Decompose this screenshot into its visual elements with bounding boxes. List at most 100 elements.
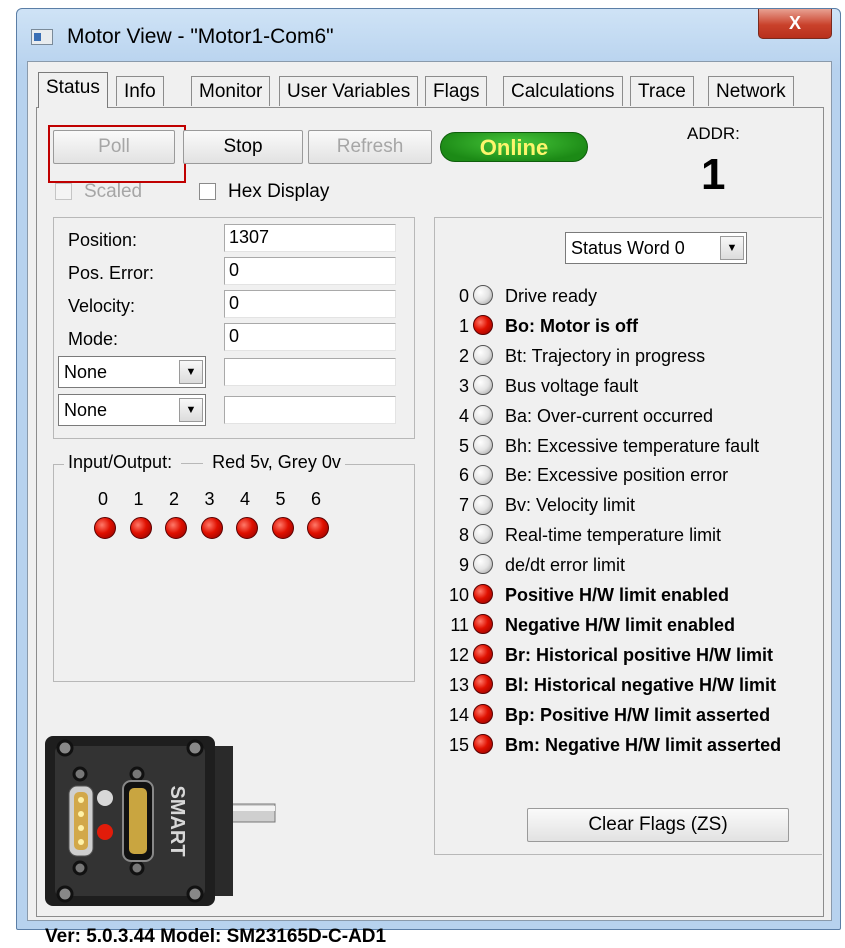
status-bit-number: 2 <box>458 345 469 366</box>
status-bit-text: Positive H/W limit enabled <box>505 585 730 605</box>
status-bit-text: Bt: Trajectory in progress <box>505 345 706 366</box>
status-bit-row: 9 de/dt error limit <box>441 551 625 579</box>
variable-select-2[interactable]: None ▼ <box>58 394 206 426</box>
mode-label: Mode: <box>68 329 119 349</box>
refresh-button[interactable]: Refresh <box>308 130 432 164</box>
status-bit-row: 0 Drive ready <box>441 282 597 310</box>
status-bit-text: Ba: Over-current occurred <box>505 405 714 426</box>
status-bit-text: Bh: Excessive temperature fault <box>505 435 760 456</box>
tab-info[interactable]: Info <box>116 76 164 106</box>
tab-strip: Status Info Monitor User Variables Flags… <box>38 72 828 108</box>
variable-select-1[interactable]: None ▼ <box>58 356 206 388</box>
status-led-grey-icon <box>473 494 493 515</box>
status-bit-number: 13 <box>448 674 469 695</box>
io-legend: Red 5v, Grey 0v <box>212 452 341 472</box>
io-title-dash <box>181 462 204 464</box>
motor-brand-label: SMART <box>166 785 188 856</box>
status-bit-number: 14 <box>448 704 469 725</box>
scaled-checkbox[interactable]: Scaled <box>55 181 142 203</box>
status-bit-text: Bus voltage fault <box>505 375 639 396</box>
motor-image: SMART <box>45 736 285 906</box>
variable-select-2-value: None <box>64 400 108 420</box>
status-led-red-icon <box>473 315 493 336</box>
close-button[interactable]: X <box>758 9 832 39</box>
status-led-red-icon <box>473 584 493 605</box>
status-led-grey-icon <box>473 285 493 306</box>
hex-display-checkbox-box[interactable] <box>199 183 216 201</box>
status-bit-number: 6 <box>458 465 469 486</box>
hex-display-label: Hex Display <box>228 181 330 202</box>
io-pin-led <box>307 517 329 539</box>
status-bit-number: 7 <box>458 495 469 516</box>
velocity-field[interactable]: 0 <box>224 290 396 318</box>
variable-value-2[interactable] <box>224 396 396 424</box>
io-group-title: Input/Output: Red 5v, Grey 0v <box>64 452 345 473</box>
tab-calculations[interactable]: Calculations <box>503 76 623 106</box>
status-bit-row: 12 Br: Historical positive H/W limit <box>441 641 773 669</box>
mode-field[interactable]: 0 <box>224 323 396 351</box>
tab-flags[interactable]: Flags <box>425 76 488 106</box>
variable-value-1[interactable] <box>224 358 396 386</box>
status-bit-text: Drive ready <box>505 286 598 306</box>
status-word-select-value: Status Word 0 <box>571 238 685 258</box>
status-bit-number: 11 <box>450 614 469 635</box>
status-bit-text: Br: Historical positive H/W limit <box>505 644 774 665</box>
scaled-checkbox-box[interactable] <box>55 183 72 201</box>
status-bit-row: 6 Be: Excessive position error <box>441 461 728 489</box>
tab-user-variables[interactable]: User Variables <box>279 76 419 106</box>
status-bit-row: 7 Bv: Velocity limit <box>441 491 635 519</box>
status-bit-row: 5 Bh: Excessive temperature fault <box>441 432 759 460</box>
tab-network[interactable]: Network <box>708 76 794 106</box>
io-pin-led <box>236 517 258 539</box>
io-pin-led <box>165 517 187 539</box>
status-bit-number: 9 <box>458 555 469 576</box>
chevron-down-icon[interactable]: ▼ <box>179 398 203 422</box>
tab-monitor[interactable]: Monitor <box>191 76 271 106</box>
tab-trace[interactable]: Trace <box>630 76 694 106</box>
status-bit-text: Bm: Negative H/W limit asserted <box>505 734 782 755</box>
status-bit-row: 11 Negative H/W limit enabled <box>441 611 735 639</box>
status-bit-row: 1 Bo: Motor is off <box>441 312 638 340</box>
io-pin-label: 3 <box>204 489 215 509</box>
io-pin-led <box>129 517 152 539</box>
status-bit-number: 5 <box>458 435 469 456</box>
position-field[interactable]: 1307 <box>224 224 396 252</box>
status-led-grey-icon <box>473 374 493 395</box>
status-bit-number: 10 <box>448 585 469 605</box>
status-bit-number: 4 <box>458 405 469 426</box>
status-led-red-icon <box>473 644 493 665</box>
status-bit-row: 10 Positive H/W limit enabled <box>441 581 729 609</box>
status-bit-text: Bv: Velocity limit <box>505 495 636 516</box>
stop-button[interactable]: Stop <box>183 130 303 164</box>
io-pin-label: 2 <box>168 489 179 509</box>
status-led-red-icon <box>473 733 493 754</box>
app-icon <box>31 29 53 45</box>
status-led-grey-icon <box>473 434 493 455</box>
status-led-grey-icon <box>473 524 493 545</box>
status-bit-text: Negative H/W limit enabled <box>505 614 736 635</box>
motor-view-window: Motor View - "Motor1-Com6" X Status Info… <box>16 8 841 947</box>
window-client-area: Status Info Monitor User Variables Flags… <box>27 61 832 947</box>
chevron-down-icon[interactable]: ▼ <box>179 360 203 384</box>
status-word-group: Status Word 0 ▼ 0 Drive ready 1 Bo: Motor i… <box>434 217 822 855</box>
status-led-grey-icon <box>473 554 493 575</box>
clear-flags-button[interactable]: Clear Flags (ZS) <box>527 808 789 842</box>
status-bit-text: Bl: Historical negative H/W limit <box>505 674 777 695</box>
status-bit-text: de/dt error limit <box>505 555 626 576</box>
io-pin-led <box>200 517 223 539</box>
pos-error-field[interactable]: 0 <box>224 257 396 285</box>
tab-status[interactable]: Status <box>38 72 108 108</box>
status-bit-row: 13 Bl: Historical negative H/W limit <box>441 671 776 699</box>
hex-display-checkbox[interactable]: Hex Display <box>199 181 329 203</box>
status-word-select[interactable]: Status Word 0 ▼ <box>565 232 747 264</box>
chevron-down-icon[interactable]: ▼ <box>720 236 744 260</box>
status-bit-text: Real-time temperature limit <box>505 525 722 546</box>
status-bit-row: 2 Bt: Trajectory in progress <box>441 342 705 370</box>
io-pin-label: 1 <box>133 489 144 509</box>
status-bit-text: Bo: Motor is off <box>505 315 638 336</box>
pos-error-label: Pos. Error: <box>68 263 155 283</box>
status-led-red-icon <box>473 703 493 724</box>
status-tab-panel: Poll Stop Refresh Online ADDR: 1 Scaled … <box>36 107 824 947</box>
io-pin-label: 6 <box>310 489 321 509</box>
title-bar[interactable]: Motor View - "Motor1-Com6" X <box>17 9 840 61</box>
